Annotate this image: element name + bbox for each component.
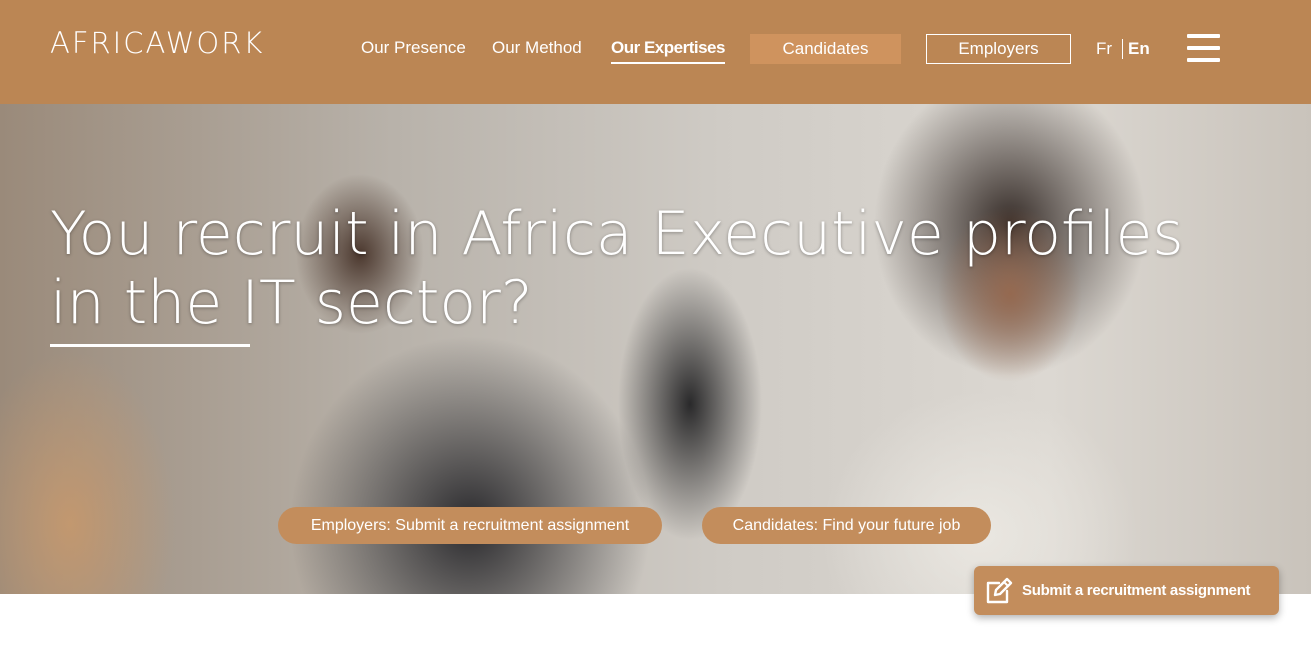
title-underline [50,344,250,347]
nav-our-method[interactable]: Our Method [492,38,582,58]
employers-button[interactable]: Employers [926,34,1071,64]
candidates-button[interactable]: Candidates [750,34,901,64]
floating-button-label: Submit a recruitment assignment [1022,582,1251,599]
language-en-link[interactable]: En [1128,39,1150,59]
edit-icon [986,577,1013,604]
employers-submit-assignment-button[interactable]: Employers: Submit a recruitment assignme… [278,507,662,544]
hero-title: You recruit in Africa Executive profiles… [50,199,1184,338]
submit-assignment-floating-button[interactable]: Submit a recruitment assignment [974,566,1279,615]
nav-our-presence[interactable]: Our Presence [361,38,466,58]
language-fr-link[interactable]: Fr [1096,39,1112,59]
africawork-logo[interactable]: AFRICAWORK [50,26,264,60]
site-header: AFRICAWORK Our Presence Our Method Our E… [0,0,1311,104]
hero-banner: You recruit in Africa Executive profiles… [0,104,1311,594]
nav-our-expertises[interactable]: Our Expertises [611,38,725,64]
candidates-find-job-button[interactable]: Candidates: Find your future job [702,507,991,544]
language-separator [1122,39,1123,59]
hamburger-menu-icon[interactable] [1187,34,1220,62]
